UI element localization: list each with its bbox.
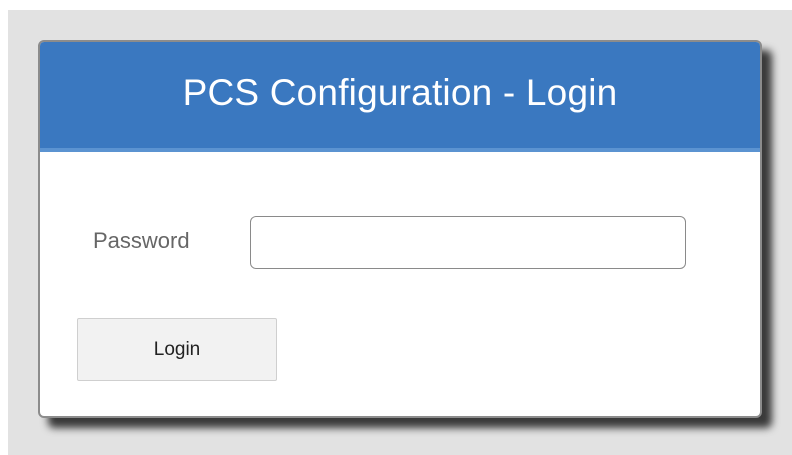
dialog-header: PCS Configuration - Login	[40, 42, 760, 152]
dialog-title: PCS Configuration - Login	[182, 72, 618, 113]
password-label: Password	[93, 228, 190, 253]
login-button[interactable]: Login	[77, 318, 277, 381]
password-field[interactable]	[250, 216, 686, 269]
login-dialog: PCS Configuration - Login Password Login	[38, 40, 762, 418]
